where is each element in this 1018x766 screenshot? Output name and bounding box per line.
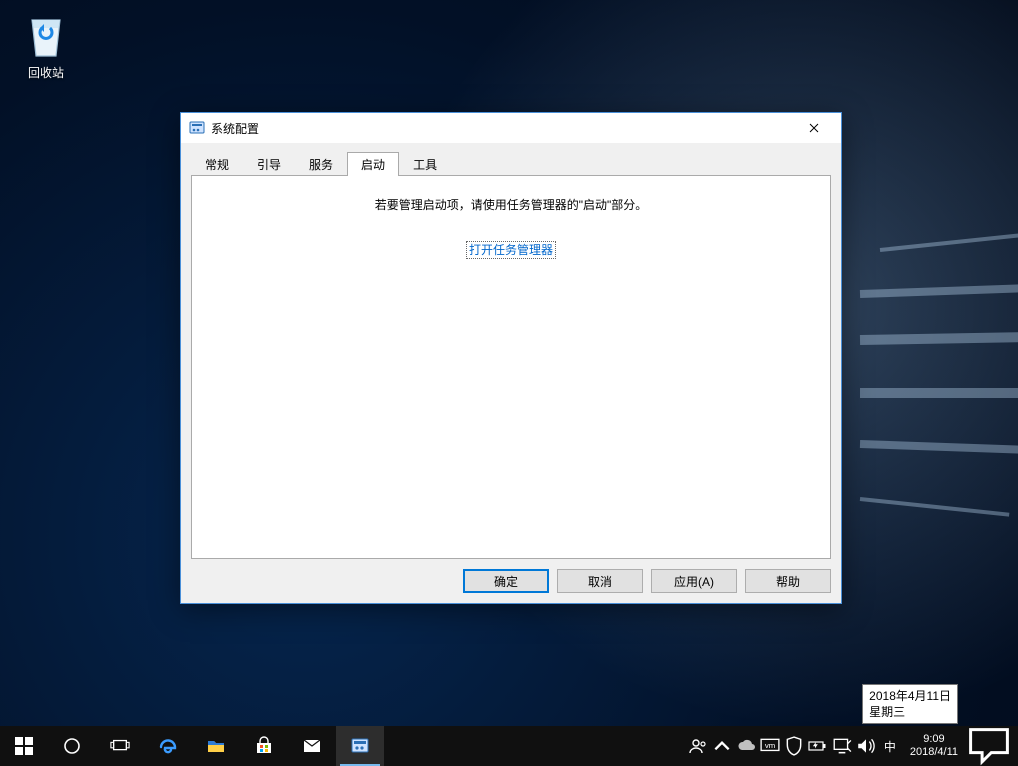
task-view-button[interactable] [96, 726, 144, 766]
startup-message: 若要管理启动项，请使用任务管理器的"启动"部分。 [204, 196, 818, 213]
taskbar-left [0, 726, 384, 766]
tab-general[interactable]: 常规 [191, 152, 243, 176]
vm-icon: vm [760, 736, 780, 756]
action-center-button[interactable] [966, 725, 1012, 766]
tray-network[interactable] [830, 726, 854, 766]
desktop: 回收站 系统配置 常规 引导 服务 启动 工具 若要管理启动项，请使用任务管理器… [0, 0, 1018, 766]
cortana-button[interactable] [48, 726, 96, 766]
tabstrip: 常规 引导 服务 启动 工具 [191, 151, 831, 175]
battery-icon [808, 736, 828, 756]
tray-people[interactable] [686, 726, 710, 766]
taskbar-app-explorer[interactable] [192, 726, 240, 766]
recycle-bin-icon [22, 6, 70, 60]
tab-services[interactable]: 服务 [295, 152, 347, 176]
chevron-up-icon [712, 736, 732, 756]
help-button[interactable]: 帮助 [745, 569, 831, 593]
msconfig-taskbar-icon [350, 736, 370, 756]
people-icon [688, 736, 708, 756]
tooltip-weekday: 星期三 [869, 704, 951, 720]
action-center-icon [966, 725, 1012, 766]
tab-startup[interactable]: 启动 [347, 152, 399, 176]
network-icon [832, 736, 852, 756]
desktop-icon-label: 回收站 [8, 64, 84, 81]
open-task-manager-link[interactable]: 打开任务管理器 [467, 242, 555, 258]
clock-time: 9:09 [910, 733, 958, 746]
cancel-button[interactable]: 取消 [557, 569, 643, 593]
system-configuration-dialog: 系统配置 常规 引导 服务 启动 工具 若要管理启动项，请使用任务管理器的"启动… [180, 112, 842, 604]
taskbar-app-edge[interactable] [144, 726, 192, 766]
tray-onedrive[interactable] [734, 726, 758, 766]
system-tray: vm 中 9:09 2018/4/11 [686, 726, 1018, 766]
mail-icon [302, 736, 322, 756]
tray-ime[interactable]: 中 [878, 726, 902, 766]
taskbar-app-mail[interactable] [288, 726, 336, 766]
shield-icon [784, 736, 804, 756]
speaker-icon [856, 736, 876, 756]
taskbar: vm 中 9:09 2018/4/11 [0, 726, 1018, 766]
tab-boot[interactable]: 引导 [243, 152, 295, 176]
tray-volume[interactable] [854, 726, 878, 766]
cloud-icon [736, 736, 756, 756]
desktop-icon-recycle-bin[interactable]: 回收站 [8, 6, 84, 81]
tooltip-date: 2018年4月11日 [869, 688, 951, 704]
close-button[interactable] [791, 113, 837, 143]
apply-button[interactable]: 应用(A) [651, 569, 737, 593]
taskbar-app-store[interactable] [240, 726, 288, 766]
start-button[interactable] [0, 726, 48, 766]
msconfig-icon [189, 120, 205, 136]
task-view-icon [110, 736, 130, 756]
tray-vm-tools[interactable]: vm [758, 726, 782, 766]
dialog-title: 系统配置 [211, 120, 791, 137]
tray-security[interactable] [782, 726, 806, 766]
dialog-client-area: 常规 引导 服务 启动 工具 若要管理启动项，请使用任务管理器的"启动"部分。 … [181, 143, 841, 603]
tabpanel-startup: 若要管理启动项，请使用任务管理器的"启动"部分。 打开任务管理器 [191, 175, 831, 559]
ok-button[interactable]: 确定 [463, 569, 549, 593]
file-explorer-icon [206, 736, 226, 756]
taskbar-app-msconfig[interactable] [336, 726, 384, 766]
windows-logo-icon [14, 736, 34, 756]
ime-indicator: 中 [884, 738, 896, 755]
tab-tools[interactable]: 工具 [399, 152, 451, 176]
dialog-titlebar[interactable]: 系统配置 [181, 113, 841, 143]
edge-icon [158, 736, 178, 756]
tray-power[interactable] [806, 726, 830, 766]
cortana-icon [62, 736, 82, 756]
svg-text:vm: vm [765, 741, 775, 750]
clock-tooltip: 2018年4月11日 星期三 [862, 684, 958, 724]
clock-date: 2018/4/11 [910, 746, 958, 759]
tray-overflow[interactable] [710, 726, 734, 766]
taskbar-clock[interactable]: 9:09 2018/4/11 [902, 733, 966, 758]
store-icon [254, 736, 274, 756]
dialog-button-row: 确定 取消 应用(A) 帮助 [191, 559, 831, 593]
